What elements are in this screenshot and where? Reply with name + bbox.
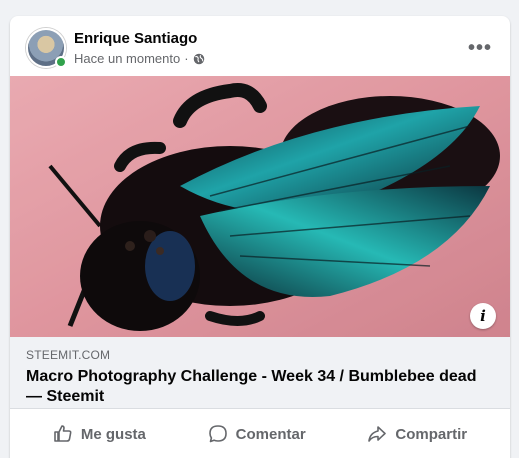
link-title: Macro Photography Challenge - Week 34 / … <box>26 368 477 405</box>
comment-button[interactable]: Comentar <box>198 418 316 450</box>
online-status-dot <box>55 56 67 68</box>
bee-photo <box>10 76 510 337</box>
post-meta: Hace un momento · <box>74 51 205 66</box>
link-preview[interactable]: STEEMIT.COM Macro Photography Challenge … <box>10 337 510 409</box>
post-header: Enrique Santiago Hace un momento · ••• <box>10 16 510 76</box>
link-domain: STEEMIT.COM <box>26 348 111 362</box>
comment-icon <box>208 425 227 443</box>
like-label: Me gusta <box>80 425 146 443</box>
more-options-icon[interactable]: ••• <box>462 30 498 66</box>
thumbs-up-icon <box>54 425 72 442</box>
author-name[interactable]: Enrique Santiago <box>74 30 197 47</box>
link-preview-image[interactable]: i <box>10 76 510 337</box>
feed-post: Enrique Santiago Hace un momento · ••• i… <box>10 16 510 458</box>
info-icon[interactable]: i <box>470 303 496 329</box>
post-actions: Me gusta Comentar Compartir <box>10 409 510 458</box>
post-timestamp[interactable]: Hace un momento <box>74 51 180 66</box>
share-icon <box>368 426 387 442</box>
globe-icon[interactable] <box>193 53 205 65</box>
share-label: Compartir <box>395 425 468 443</box>
like-button[interactable]: Me gusta <box>43 418 156 450</box>
meta-separator: · <box>184 51 189 66</box>
share-button[interactable]: Compartir <box>357 418 477 450</box>
comment-label: Comentar <box>235 425 306 443</box>
